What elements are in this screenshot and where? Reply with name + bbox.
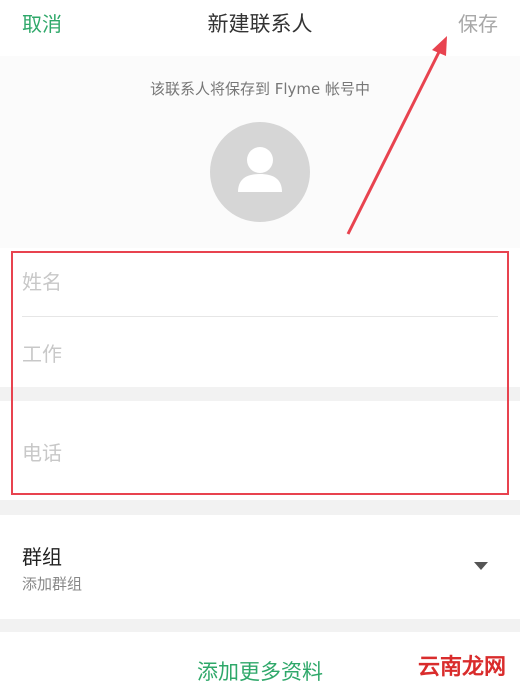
top-bar: 取消 新建联系人 保存 — [0, 0, 520, 56]
dropdown-caret-icon[interactable] — [474, 562, 488, 570]
person-icon — [238, 147, 282, 192]
avatar[interactable] — [210, 122, 310, 222]
group-row[interactable]: 群组 添加群组 — [0, 515, 520, 619]
save-button[interactable]: 保存 — [458, 8, 498, 37]
watermark: 云南龙网 — [415, 649, 508, 681]
section-gap — [0, 619, 520, 632]
group-subtitle: 添加群组 — [22, 575, 83, 593]
section-gap — [0, 500, 520, 515]
account-notice: 该联系人将保存到 Flyme 帐号中 — [149, 80, 371, 98]
account-notice-section: 该联系人将保存到 Flyme 帐号中 — [0, 56, 520, 248]
page-title: 新建联系人 — [207, 12, 313, 36]
group-title: 群组 — [22, 545, 62, 569]
annotation-highlight-box — [11, 251, 509, 495]
